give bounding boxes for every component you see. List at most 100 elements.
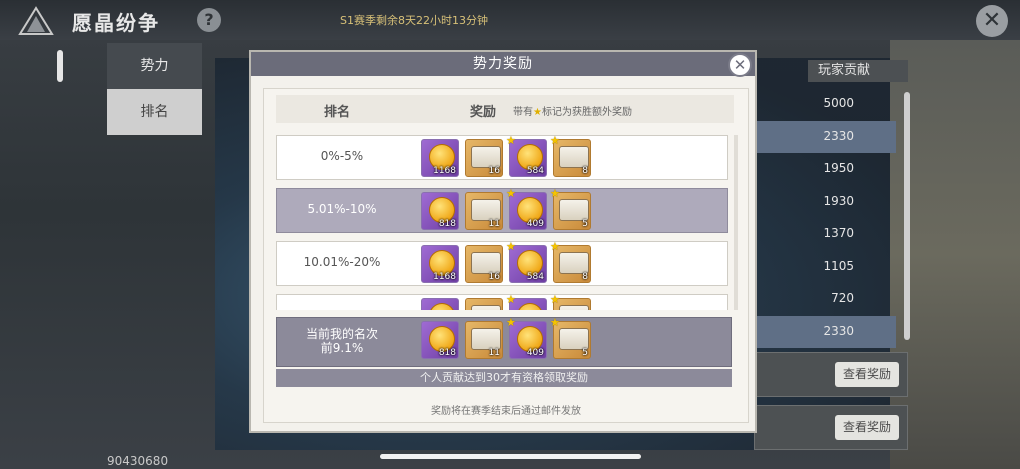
bonus-note: 带有★标记为获胜额外奖励 — [513, 103, 632, 118]
tab-ranking[interactable]: 排名 — [107, 89, 202, 135]
chest-reward-item[interactable]: ★ 8 — [550, 135, 591, 177]
chest-reward-item[interactable] — [465, 298, 503, 310]
chest-icon — [559, 305, 589, 310]
item-quantity: 409 — [526, 348, 544, 358]
bonus-star-icon: ★ — [550, 187, 560, 200]
coin-reward-item[interactable]: 1168 — [421, 139, 459, 177]
dialog-title: 势力奖励 — [251, 52, 755, 76]
footer-note: 奖励将在赛季结束后通过邮件发放 — [431, 406, 581, 417]
faction-reward-dialog: 势力奖励 ✕ 排名 奖励 带有★标记为获胜额外奖励 0%-5% 1168 16 ★ 58… — [249, 50, 757, 433]
item-quantity: 1168 — [433, 272, 456, 282]
chest-icon — [471, 252, 501, 274]
item-quantity: 11 — [488, 219, 500, 229]
chest-reward-item[interactable]: 11 — [465, 321, 503, 359]
bonus-star-icon: ★ — [506, 293, 516, 306]
reward-panel: 排名 奖励 带有★标记为获胜额外奖励 0%-5% 1168 16 ★ 584 ★ 8 5.01… — [263, 88, 749, 423]
chest-reward-item[interactable]: ★ 5 — [550, 187, 591, 230]
chest-icon — [559, 328, 589, 350]
contribution-value: 1930 — [823, 193, 854, 208]
rank-range: 10.01%-20% — [303, 255, 381, 269]
chest-icon — [559, 252, 589, 274]
contribution-value: 1105 — [823, 258, 854, 273]
top-bar: 愿晶纷争 ? S1赛季剩余8天22小时13分钟 ✕ — [0, 0, 1020, 40]
game-logo-icon — [18, 6, 54, 35]
bonus-note-suffix: 标记为获胜额外奖励 — [541, 107, 632, 118]
tab-faction[interactable]: 势力 — [107, 43, 202, 89]
item-quantity: 8 — [582, 166, 588, 176]
bonus-star-icon: ★ — [506, 135, 516, 147]
chest-reward-item[interactable]: ★ 8 — [550, 240, 591, 283]
rank-range: 5.01%-10% — [307, 202, 377, 216]
coin-icon — [429, 303, 455, 310]
chest-icon — [559, 146, 589, 168]
contribution-value: 720 — [831, 291, 854, 305]
item-quantity: 16 — [488, 166, 500, 176]
chest-reward-item[interactable]: ★ 5 — [550, 316, 591, 359]
left-scroll-handle[interactable] — [57, 50, 63, 82]
column-reward: 奖励 — [470, 105, 497, 120]
chest-icon — [559, 199, 589, 221]
coin-reward-item[interactable]: 818 — [421, 192, 459, 230]
contribution-value: 2330 — [756, 315, 896, 348]
season-timer: S1赛季剩余8天22小时13分钟 — [340, 14, 488, 27]
reward-items: ★ ★ — [421, 293, 591, 310]
chest-reward-item[interactable]: ★ — [550, 293, 591, 310]
coin-reward-item[interactable]: 818 — [421, 321, 459, 359]
my-rank-items: 818 11 ★ 409 ★ 5 — [421, 316, 591, 359]
item-quantity: 16 — [488, 272, 500, 282]
contribution-scrollbar[interactable] — [904, 92, 910, 340]
reward-scrollbar[interactable] — [734, 135, 738, 310]
reward-rows[interactable]: 0%-5% 1168 16 ★ 584 ★ 8 5.01%-10% 818 11 ★ 409 ★ 5 10.… — [276, 135, 730, 310]
dialog-close-icon[interactable]: ✕ — [728, 53, 752, 77]
chest-icon — [471, 146, 501, 168]
reward-items: 1168 16 ★ 584 ★ 8 — [421, 135, 591, 177]
coin-reward-item[interactable]: ★ — [506, 293, 547, 310]
coin-reward-item[interactable]: ★ 584 — [506, 135, 547, 177]
bonus-star-icon: ★ — [506, 316, 516, 329]
coin-reward-item[interactable]: ★ 409 — [506, 316, 547, 359]
item-quantity: 8 — [582, 272, 588, 282]
help-icon[interactable]: ? — [197, 8, 221, 32]
reward-items: 818 11 ★ 409 ★ 5 — [421, 187, 591, 230]
item-quantity: 818 — [438, 219, 456, 229]
contribution-list: 5000 2330 1950 1930 1370 1105 720 2330 — [756, 88, 896, 348]
my-rank-row: 当前我的名次 前9.1% 818 11 ★ 409 ★ 5 — [276, 316, 732, 367]
chest-reward-item[interactable]: 11 — [465, 192, 503, 230]
contribution-value: 2330 — [756, 120, 896, 153]
coin-reward-item[interactable]: ★ 584 — [506, 240, 547, 283]
coin-reward-item[interactable]: 1168 — [421, 245, 459, 283]
bonus-star-icon: ★ — [550, 293, 560, 306]
table-row: 5.01%-10% 818 11 ★ 409 ★ 5 — [276, 187, 728, 233]
rank-range: 0%-5% — [320, 149, 364, 163]
bonus-star-icon: ★ — [533, 107, 542, 118]
chest-icon — [471, 305, 501, 310]
contribution-value: 1370 — [823, 226, 854, 240]
coin-reward-item[interactable] — [421, 298, 459, 310]
item-quantity: 409 — [526, 219, 544, 229]
contribution-header: 玩家贡献 — [808, 60, 908, 82]
item-quantity: 11 — [488, 348, 500, 358]
my-rank-line1: 当前我的名次 — [305, 327, 378, 341]
chest-reward-item[interactable]: 16 — [465, 139, 503, 177]
table-row: ★ ★ — [276, 293, 728, 310]
table-row: 10.01%-20% 1168 16 ★ 584 ★ 8 — [276, 240, 728, 286]
eligibility-notice: 个人贡献达到30才有资格领取奖励 — [276, 369, 732, 387]
view-reward-button[interactable]: 查看奖励 — [835, 362, 899, 387]
player-uid: 90430680 — [107, 454, 169, 468]
item-quantity: 5 — [582, 348, 588, 358]
page-title: 愿晶纷争 — [72, 11, 160, 35]
reward-table-header: 排名 奖励 带有★标记为获胜额外奖励 — [276, 95, 734, 123]
column-rank: 排名 — [324, 105, 351, 120]
home-indicator[interactable] — [380, 454, 641, 459]
coin-icon — [517, 303, 543, 310]
bonus-note-prefix: 带有 — [513, 107, 533, 118]
chest-reward-item[interactable]: 16 — [465, 245, 503, 283]
close-icon[interactable]: ✕ — [976, 5, 1008, 37]
item-quantity: 818 — [438, 348, 456, 358]
bonus-star-icon: ★ — [550, 135, 560, 147]
view-reward-button[interactable]: 查看奖励 — [835, 415, 899, 440]
contribution-value: 5000 — [823, 96, 854, 110]
coin-reward-item[interactable]: ★ 409 — [506, 187, 547, 230]
side-tabs: 势力 排名 — [107, 43, 202, 135]
my-rank-line2: 前9.1% — [320, 341, 364, 355]
